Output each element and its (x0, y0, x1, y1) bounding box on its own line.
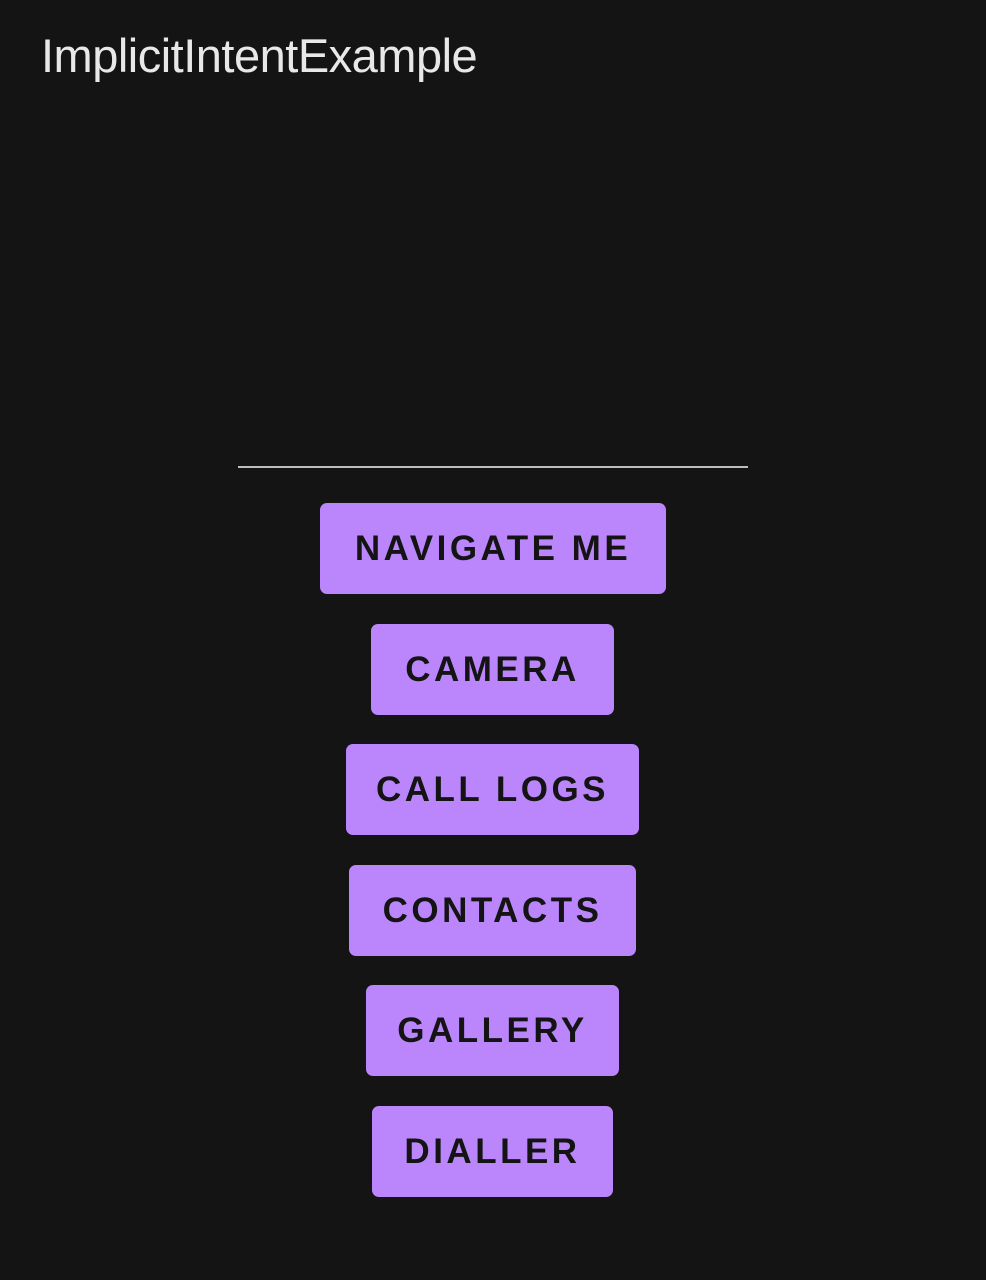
app-title: ImplicitIntentExample (41, 29, 478, 82)
navigate-me-button[interactable]: NAVIGATE ME (320, 503, 666, 594)
dialler-button[interactable]: DIALLER (372, 1106, 613, 1197)
app-bar: ImplicitIntentExample (0, 0, 986, 120)
text-input[interactable] (238, 420, 748, 468)
call-logs-button[interactable]: CALL LOGS (346, 744, 639, 835)
camera-button[interactable]: CAMERA (371, 624, 614, 715)
gallery-button[interactable]: GALLERY (366, 985, 619, 1076)
contacts-button[interactable]: CONTACTS (349, 865, 636, 956)
